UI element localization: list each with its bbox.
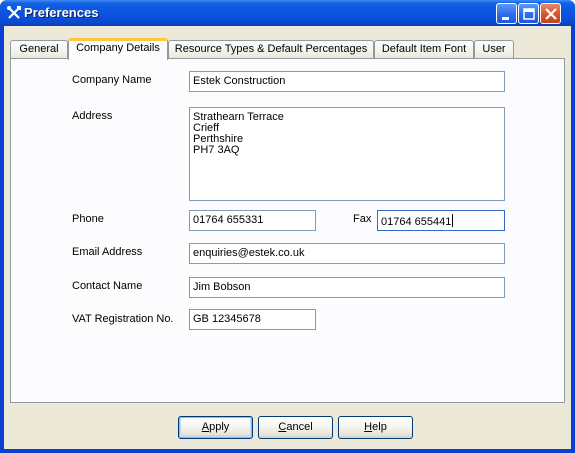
tab-company-details[interactable]: Company Details (68, 38, 168, 60)
address-line-1: Strathearn Terrace (193, 111, 284, 123)
tab-default-item-font[interactable]: Default Item Font (374, 40, 474, 58)
minimize-icon (502, 17, 509, 20)
tab-resource-types[interactable]: Resource Types & Default Percentages (168, 40, 374, 58)
company-name-label: Company Name (72, 74, 152, 86)
apply-button[interactable]: Apply (178, 416, 253, 439)
vat-field[interactable]: GB 12345678 (189, 309, 316, 330)
tab-user[interactable]: User (474, 40, 514, 58)
close-icon (545, 8, 557, 20)
dialog-body: General Company Details Resource Types &… (4, 26, 571, 449)
fax-value: 01764 655441 (381, 216, 452, 228)
apply-button-label: Apply (201, 421, 230, 433)
preferences-window: Preferences General Company Details Reso… (0, 0, 575, 453)
fax-field[interactable]: 01764 655441 (377, 210, 505, 231)
close-button[interactable] (540, 3, 561, 24)
help-button[interactable]: Help (338, 416, 413, 439)
help-button-label: Help (364, 421, 387, 433)
tab-strip: General Company Details Resource Types &… (10, 38, 565, 60)
maximize-button[interactable] (518, 3, 539, 24)
phone-label: Phone (72, 213, 104, 225)
window-title: Preferences (24, 5, 99, 20)
vat-label: VAT Registration No. (72, 313, 174, 325)
address-line-3: Perthshire (193, 133, 244, 145)
company-details-panel: Company Name Estek Construction Address … (10, 58, 565, 403)
address-label: Address (72, 110, 113, 122)
phone-field[interactable]: 01764 655331 (189, 210, 316, 231)
tools-icon (6, 5, 22, 21)
cancel-button[interactable]: Cancel (258, 416, 333, 439)
minimize-button[interactable] (496, 3, 517, 24)
cancel-button-label: Cancel (278, 421, 313, 433)
email-field[interactable]: enquiries@estek.co.uk (189, 243, 505, 264)
company-name-field[interactable]: Estek Construction (189, 71, 505, 92)
maximize-icon (523, 8, 535, 20)
contact-name-label: Contact Name (72, 280, 143, 292)
email-label: Email Address (72, 246, 143, 258)
fax-label: Fax (353, 213, 372, 225)
tab-general[interactable]: General (10, 40, 68, 58)
address-field[interactable]: Strathearn Terrace Crieff Perthshire PH7… (189, 107, 505, 201)
text-caret (452, 214, 454, 227)
contact-name-field[interactable]: Jim Bobson (189, 277, 505, 298)
address-line-4: PH7 3AQ (193, 144, 240, 156)
title-bar[interactable]: Preferences (0, 0, 575, 26)
